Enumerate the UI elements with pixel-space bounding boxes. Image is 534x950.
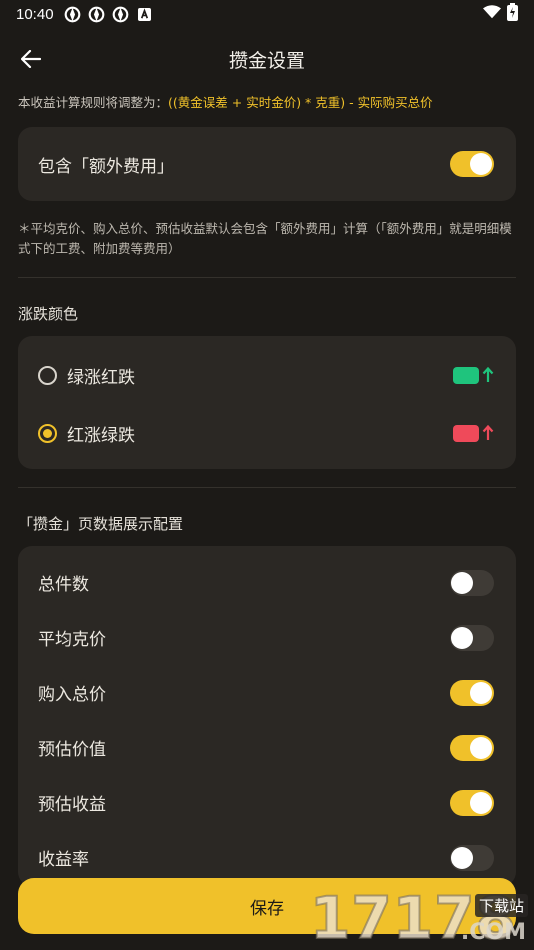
color-option-red-up[interactable]: 红涨绿跌	[18, 404, 516, 462]
est-profit-toggle[interactable]	[450, 789, 494, 816]
toggle-knob	[470, 736, 492, 759]
color-section-title: 涨跌颜色	[18, 305, 79, 323]
status-bar: 10:40	[0, 0, 534, 28]
radio-button-selected[interactable]	[38, 423, 57, 443]
notification-icon	[88, 5, 106, 23]
display-item-label: 购入总价	[38, 685, 106, 705]
wifi-icon	[483, 4, 501, 25]
back-arrow-icon	[21, 50, 41, 68]
rule-note-formula: ((黄金误差 + 实时金价) * 克重) - 实际购买总价	[168, 95, 433, 110]
app-notification-icon	[136, 5, 154, 23]
avg-price-toggle[interactable]	[450, 624, 494, 651]
display-config-card: 总件数 平均克价 购入总价 预估价值 预估收益 收益率	[18, 546, 516, 886]
page-title: 攒金设置	[228, 49, 305, 72]
arrow-up-icon	[482, 425, 494, 440]
app-header: 攒金设置	[0, 36, 534, 82]
extra-fee-card: 包含「额外费用」	[18, 127, 516, 201]
arrow-up-icon	[482, 367, 494, 382]
color-options-card: 绿涨红跌 红涨绿跌	[18, 336, 516, 469]
red-up-swatch	[453, 424, 494, 442]
toggle-knob	[470, 153, 492, 175]
toggle-knob	[470, 681, 492, 704]
battery-icon	[507, 2, 518, 26]
display-item-label: 收益率	[38, 850, 89, 870]
display-item-label: 平均克价	[38, 630, 106, 650]
extra-fee-toggle[interactable]	[450, 151, 494, 177]
radio-button[interactable]	[38, 365, 57, 385]
display-item-total-count: 总件数	[18, 555, 516, 610]
display-item-est-value: 预估价值	[18, 720, 516, 775]
divider	[18, 487, 516, 488]
purchase-total-toggle[interactable]	[450, 679, 494, 706]
color-swatch	[453, 366, 479, 384]
calculation-rule-note: 本收益计算规则将调整为：((黄金误差 + 实时金价) * 克重) - 实际购买总…	[18, 92, 524, 111]
display-item-label: 预估收益	[38, 795, 106, 815]
toggle-knob	[451, 571, 473, 594]
est-value-toggle[interactable]	[450, 734, 494, 761]
display-item-profit-rate: 收益率	[18, 830, 516, 885]
notification-icon	[112, 5, 130, 23]
toggle-knob	[451, 626, 473, 649]
rule-note-prefix: 本收益计算规则将调整为：	[18, 95, 169, 110]
green-up-swatch	[453, 366, 494, 384]
color-option-green-up[interactable]: 绿涨红跌	[18, 346, 516, 404]
color-option-label: 红涨绿跌	[67, 425, 135, 446]
status-time: 10:40	[16, 5, 54, 23]
profit-rate-toggle[interactable]	[450, 844, 494, 871]
save-button[interactable]: 保存	[18, 878, 516, 934]
display-item-label: 总件数	[38, 575, 89, 595]
extra-fee-row: 包含「额外费用」	[18, 127, 516, 201]
notification-icon	[64, 5, 82, 23]
display-section-title: 「攒金」页数据展示配置	[18, 515, 184, 533]
color-swatch	[453, 424, 479, 442]
total-count-toggle[interactable]	[450, 569, 494, 596]
display-item-purchase-total: 购入总价	[18, 665, 516, 720]
color-option-label: 绿涨红跌	[67, 367, 135, 388]
display-item-est-profit: 预估收益	[18, 775, 516, 830]
back-button[interactable]	[14, 42, 48, 76]
display-item-label: 预估价值	[38, 740, 106, 760]
divider	[18, 277, 516, 278]
toggle-knob	[451, 846, 473, 869]
extra-fee-footnote: ＊平均克价、购入总价、预估收益默认会包含「额外费用」计算（「额外费用」就是明细模…	[18, 221, 512, 256]
toggle-knob	[470, 791, 492, 814]
display-item-avg-price: 平均克价	[18, 610, 516, 665]
extra-fee-label: 包含「额外费用」	[38, 156, 174, 177]
